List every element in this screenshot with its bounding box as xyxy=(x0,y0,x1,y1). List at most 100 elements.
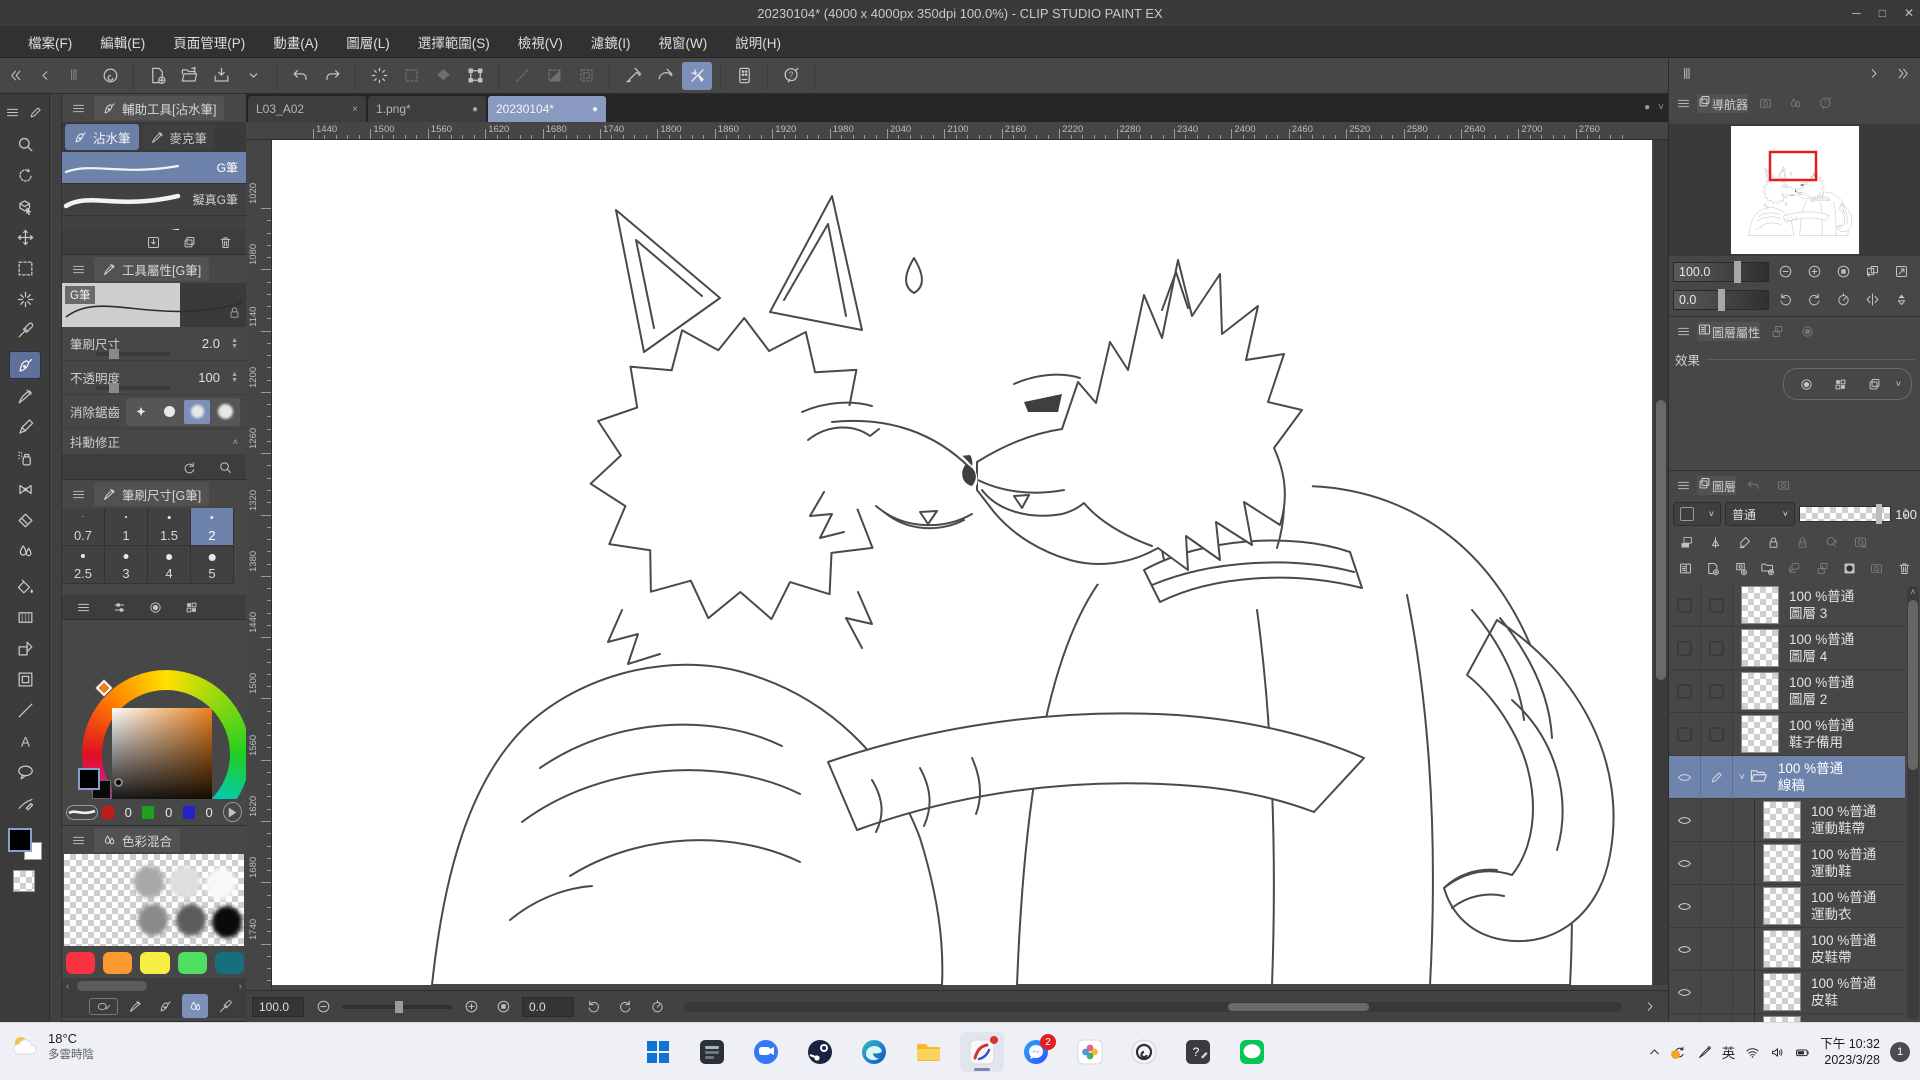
eyedropper-tool[interactable] xyxy=(9,316,41,344)
trash-button[interactable] xyxy=(212,230,238,254)
rotate-canvas-tool[interactable] xyxy=(9,161,41,189)
canvas-vertical-scrollbar[interactable] xyxy=(1654,140,1668,985)
frame-border-tool[interactable] xyxy=(9,665,41,693)
pen-tool[interactable] xyxy=(9,351,41,379)
open-file-button[interactable] xyxy=(174,62,204,90)
taskbar-app-start[interactable] xyxy=(636,1032,680,1072)
mix-eyedropper-button[interactable] xyxy=(212,994,238,1018)
delete-layer-button[interactable] xyxy=(1892,556,1917,580)
reference-layer-button[interactable] xyxy=(1702,530,1728,554)
canvas-zoom-in-button[interactable] xyxy=(458,995,484,1019)
decoration-tool[interactable] xyxy=(9,475,41,503)
scroll-up-icon[interactable]: ˄ xyxy=(1907,586,1919,598)
taskbar-app-line[interactable] xyxy=(1230,1032,1274,1072)
reset-defaults-button[interactable] xyxy=(176,455,202,479)
layer-opacity-slider[interactable] xyxy=(1799,506,1891,522)
mix-mode-button[interactable] xyxy=(89,998,118,1015)
layer-row[interactable]: 100 %普通皮鞋 xyxy=(1669,971,1905,1014)
panel-menu-button[interactable] xyxy=(68,831,88,849)
text-tool[interactable]: A xyxy=(9,727,41,755)
canvas-zoom-value[interactable]: 100.0 xyxy=(252,997,304,1017)
line-tool[interactable] xyxy=(9,696,41,724)
navigator-zoom-in-button[interactable] xyxy=(1801,260,1827,284)
stylus-pen-icon[interactable] xyxy=(1697,1045,1712,1060)
brush-tool[interactable] xyxy=(9,382,41,410)
panel-menu-button[interactable] xyxy=(68,99,88,117)
transform-selection-button[interactable] xyxy=(460,62,490,90)
tab-unsaved-dot[interactable]: ● xyxy=(472,104,478,115)
tab-information[interactable]: ? xyxy=(1812,91,1838,115)
close-button[interactable]: ✕ xyxy=(1904,6,1914,20)
tray-pen-icon[interactable] xyxy=(1697,1045,1712,1060)
reset-rotation-icon[interactable] xyxy=(650,999,665,1014)
canvas-rotation-value[interactable]: 0.0 xyxy=(522,997,574,1017)
mix-blur-button[interactable] xyxy=(152,994,178,1018)
navigator-zoom-field[interactable]: 100.0 xyxy=(1673,262,1769,282)
taskbar-app-chat[interactable] xyxy=(744,1032,788,1072)
battery-icon[interactable] xyxy=(1795,1045,1810,1060)
new-vector-layer-button[interactable] xyxy=(1728,556,1753,580)
duplicate-button[interactable] xyxy=(176,230,202,254)
eye-icon[interactable] xyxy=(1677,813,1692,828)
tab-layer-history[interactable] xyxy=(1740,474,1766,498)
brush-size-option[interactable]: 2.5 xyxy=(62,546,105,584)
volume-icon[interactable] xyxy=(1770,1045,1785,1060)
brush-size-option[interactable]: 0.7 xyxy=(62,508,105,546)
layer-draw-target-box[interactable] xyxy=(1701,627,1733,670)
stabilization-row[interactable]: 抖動修正˄ xyxy=(62,429,246,455)
right-dock-grip[interactable] xyxy=(1673,61,1699,85)
color-set-launcher-button[interactable] xyxy=(223,802,242,822)
layer-visibility-eye[interactable] xyxy=(1669,928,1701,971)
menu-item-0[interactable]: 檔案(F) xyxy=(16,28,84,56)
reselect-button[interactable] xyxy=(396,62,426,90)
navigator-thumbnail[interactable] xyxy=(1669,124,1920,256)
layer-row[interactable]: 100 %普通 xyxy=(1669,1014,1905,1022)
rotate-left-icon[interactable] xyxy=(586,999,601,1014)
palette-dock-handle[interactable] xyxy=(50,94,62,1022)
layer-thumbnail[interactable] xyxy=(1741,586,1779,624)
layer-list-scrollbar[interactable]: ˄ xyxy=(1907,586,1919,1020)
layer-row[interactable]: 100 %普通皮鞋帶 xyxy=(1669,928,1905,971)
toolbar-grip[interactable] xyxy=(66,67,81,85)
folder-collapse-chevron-icon[interactable]: ˅ xyxy=(1739,772,1745,783)
help-balloon-button[interactable]: ? xyxy=(776,62,806,90)
snap-ruler-button[interactable] xyxy=(618,62,648,90)
tab-navigator[interactable]: 導航器 xyxy=(1697,94,1748,113)
document-tab-1png[interactable]: 1.png*● xyxy=(368,96,486,122)
mix-scroll-left-icon[interactable]: ‹ xyxy=(66,981,69,992)
tab-unsaved-dot[interactable]: ● xyxy=(592,104,598,115)
layer-draw-target-box[interactable] xyxy=(1701,885,1733,928)
antialias-level-3-button[interactable] xyxy=(212,400,238,424)
mix-brush-button[interactable] xyxy=(122,994,148,1018)
menu-item-7[interactable]: 濾鏡(I) xyxy=(579,28,643,56)
canvas-horizontal-scrollbar[interactable] xyxy=(684,1002,1622,1012)
maximize-button[interactable]: □ xyxy=(1879,6,1886,20)
antialias-level-2-button[interactable] xyxy=(184,400,210,424)
merge-with-lower-layer-button[interactable] xyxy=(1810,556,1835,580)
mix-blend-button[interactable] xyxy=(182,994,208,1018)
taskbar-app-clip-studio-ask[interactable]: ? xyxy=(1176,1032,1220,1072)
menu-item-3[interactable]: 動畫(A) xyxy=(261,28,330,56)
gradient-tool[interactable] xyxy=(9,603,41,631)
color-mix-canvas[interactable] xyxy=(64,854,244,946)
brush-size-option[interactable]: 1 xyxy=(105,508,148,546)
enable-mask-button[interactable] xyxy=(1847,530,1873,554)
canvas-fit-button[interactable] xyxy=(490,995,516,1019)
battery-icon[interactable] xyxy=(1795,1045,1810,1060)
stabilize-collapse-icon[interactable]: ˄ xyxy=(233,437,238,447)
eye-icon[interactable] xyxy=(1677,770,1692,785)
panel-title-tab[interactable]: 工具屬性[G筆] xyxy=(94,257,209,281)
mix-swatch-2[interactable] xyxy=(140,952,169,974)
lock-layer-button[interactable] xyxy=(1760,530,1786,554)
taskbar-app-photos[interactable] xyxy=(1068,1032,1112,1072)
airbrush-tool[interactable] xyxy=(9,444,41,472)
navigator-rotate-left-button[interactable] xyxy=(1772,288,1798,312)
brush-size-option[interactable]: 2 xyxy=(191,508,234,546)
import-download-button[interactable] xyxy=(140,230,166,254)
navigator-flip-horizontal-button[interactable] xyxy=(1859,288,1885,312)
auto-select-tool[interactable] xyxy=(9,285,41,313)
blend-mode-select[interactable]: 普通˅ xyxy=(1725,502,1795,526)
canvas-rotate-right-button[interactable] xyxy=(612,995,638,1019)
fit-window-icon[interactable] xyxy=(496,999,511,1014)
layer-color-button[interactable] xyxy=(1862,372,1888,396)
